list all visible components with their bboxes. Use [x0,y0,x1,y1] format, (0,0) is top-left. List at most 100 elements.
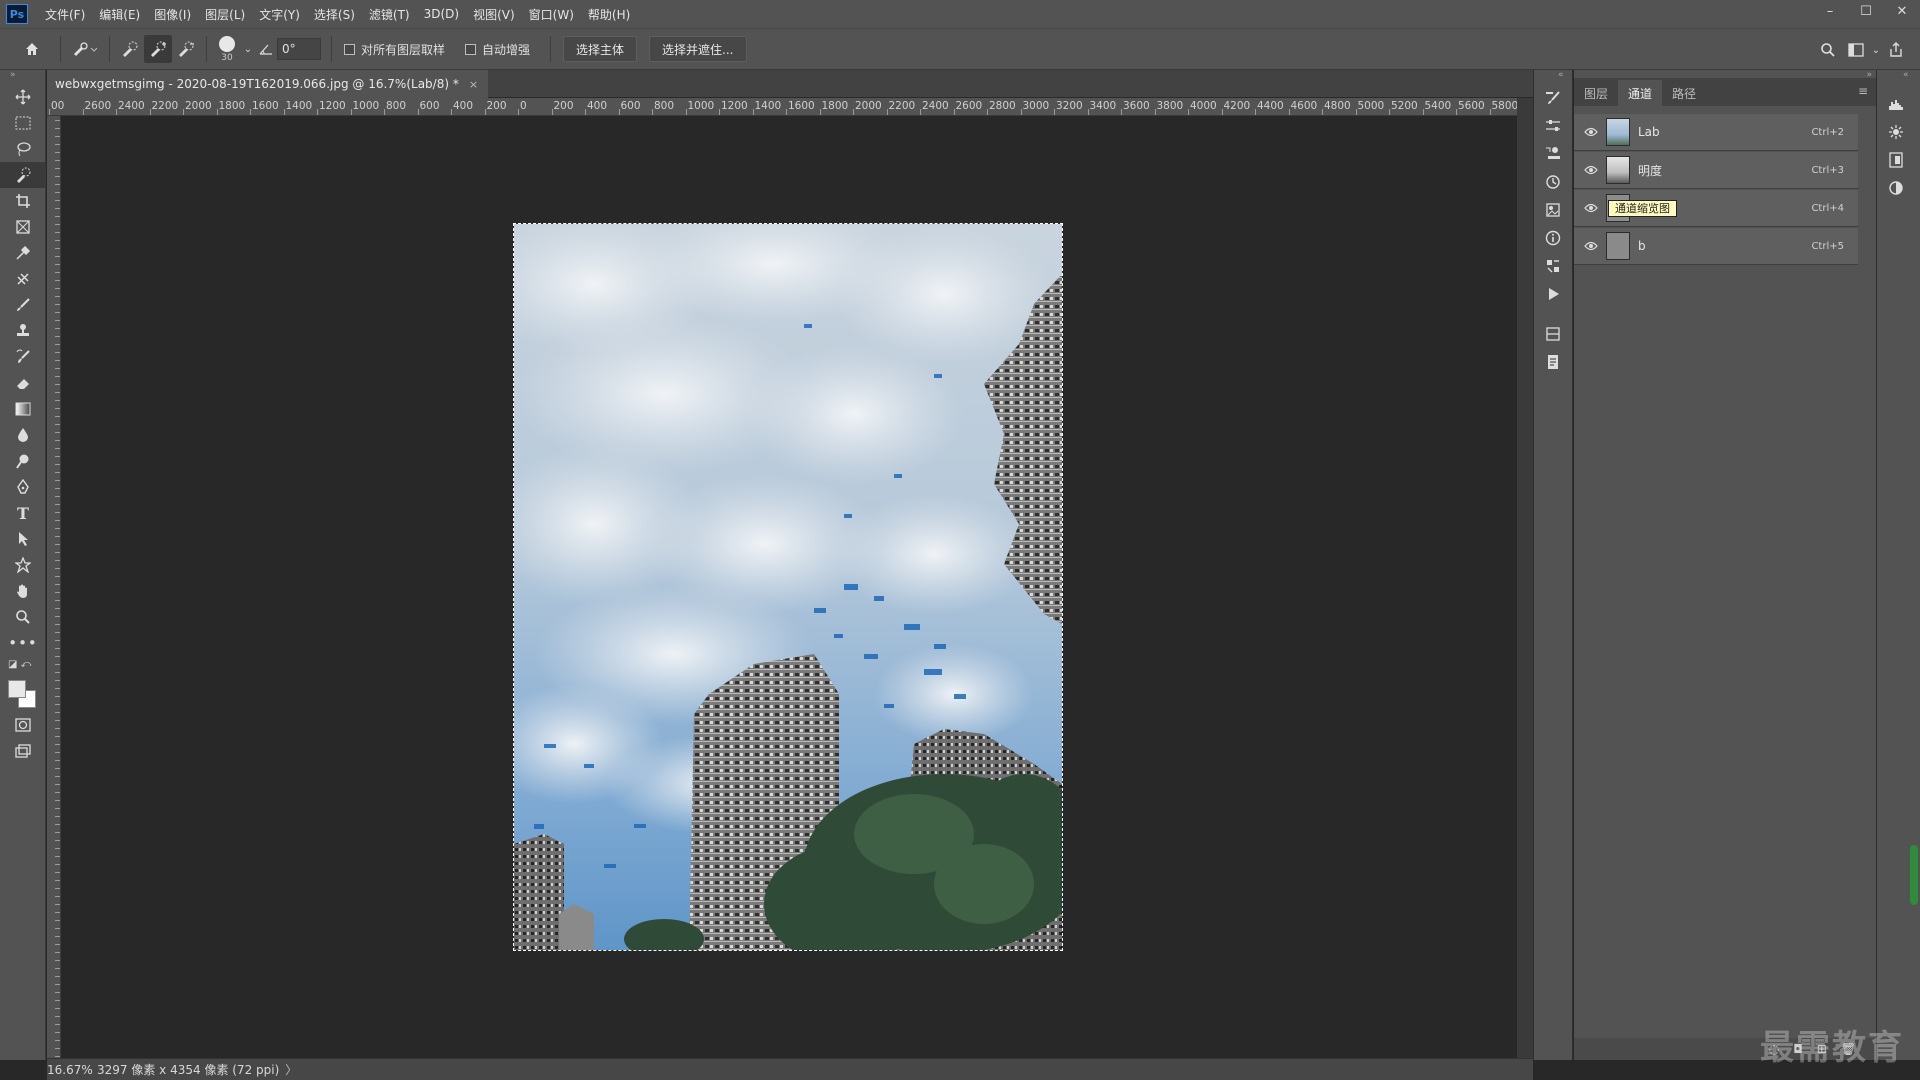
history-brush-tool-icon[interactable] [0,344,46,370]
sample-all-layers-checkbox[interactable]: 对所有图层取样 [344,41,445,58]
notes-icon[interactable] [1534,348,1572,376]
subtract-from-selection-mode-icon[interactable] [172,35,200,63]
path-selection-tool-icon[interactable] [0,526,46,552]
tool-preset-picker-icon[interactable] [67,35,103,63]
channel-rename-input[interactable]: 通道缩览图 [1608,199,1677,217]
canvas-vertical-scrollbar[interactable] [1517,98,1533,1060]
healing-brush-tool-icon[interactable] [0,266,46,292]
chevron-down-icon[interactable]: ⌄ [1870,36,1882,64]
menu-filter[interactable]: 滤镜(T) [362,0,417,28]
color-panel-icon[interactable] [1877,146,1915,174]
home-icon[interactable] [18,35,46,63]
document-canvas[interactable] [513,223,1063,951]
workspace-icon[interactable] [1842,36,1870,64]
channel-row-lightness[interactable]: 明度 Ctrl+3 [1574,152,1858,189]
visibility-eye-icon[interactable] [1580,165,1602,175]
eyedropper-tool-icon[interactable] [0,240,46,266]
menu-image[interactable]: 图像(I) [147,0,198,28]
menu-edit[interactable]: 编辑(E) [92,0,147,28]
document-tab[interactable]: webwxgetmsgimg - 2020-08-19T162019.066.j… [47,70,489,98]
menu-help[interactable]: 帮助(H) [581,0,637,28]
tab-paths[interactable]: 路径 [1662,80,1706,106]
minimize-button[interactable]: – [1812,0,1848,22]
screen-mode-icon[interactable] [0,738,46,764]
libraries-icon[interactable] [1534,320,1572,348]
ruler-tick [1322,109,1323,115]
more-tools-icon[interactable]: ••• [0,630,46,656]
default-colors-icon[interactable]: ◪ ⤺ [0,656,46,672]
close-tab-icon[interactable]: × [469,78,478,91]
search-icon[interactable] [1814,36,1842,64]
navigator-sun-icon[interactable] [1877,118,1915,146]
checkbox-box[interactable] [344,43,355,55]
custom-shape-tool-icon[interactable] [0,552,46,578]
menu-view[interactable]: 视图(V) [466,0,522,28]
type-tool-icon[interactable]: T [0,500,46,526]
tab-layers[interactable]: 图层 [1574,80,1618,106]
ruler-tick [55,672,60,673]
info-icon[interactable] [1534,224,1572,252]
gradient-tool-icon[interactable] [0,396,46,422]
brush-settings-icon[interactable] [1534,84,1572,112]
lasso-tool-icon[interactable] [0,136,46,162]
channel-row-b[interactable]: b Ctrl+5 [1574,228,1858,265]
blur-tool-icon[interactable] [0,422,46,448]
new-selection-mode-icon[interactable] [116,35,144,63]
visibility-eye-icon[interactable] [1580,241,1602,251]
expand-panel-icon[interactable]: » [0,70,45,84]
marquee-tool-icon[interactable] [0,110,46,136]
clone-stamp-tool-icon[interactable] [0,318,46,344]
adjustments-icon[interactable] [1877,174,1915,202]
auto-enhance-checkbox[interactable]: 自动增强 [465,41,530,58]
maximize-button[interactable]: ☐ [1848,0,1884,22]
ruler-tick [1422,109,1424,115]
brush-picker[interactable]: 30 [213,33,241,65]
histogram-icon[interactable] [1877,90,1915,118]
zoom-level[interactable]: 16.67% [47,1063,97,1077]
canvas-area[interactable] [62,116,1517,1061]
history-icon[interactable] [1534,168,1572,196]
channel-row-a[interactable]: 通道缩览图 Ctrl+4 [1574,190,1858,227]
panel-menu-icon[interactable]: ≡ [1858,84,1868,98]
channel-row-lab[interactable]: Lab Ctrl+2 [1574,114,1858,151]
hand-tool-icon[interactable] [0,578,46,604]
select-subject-button[interactable]: 选择主体 [563,36,638,62]
properties-icon[interactable] [1534,196,1572,224]
collapse-panel-icon[interactable]: « [1877,70,1920,84]
brush-tool-icon[interactable] [0,292,46,318]
adjustments-sliders-icon[interactable] [1534,112,1572,140]
menu-3d[interactable]: 3D(D) [417,0,466,28]
glyphs-icon[interactable] [1534,252,1572,280]
clone-source-icon[interactable] [1534,140,1572,168]
move-tool-icon[interactable] [0,84,46,110]
status-menu-arrow[interactable]: 〉 [285,1061,297,1078]
tab-channels[interactable]: 通道 [1618,80,1663,106]
quick-mask-icon[interactable] [0,712,46,738]
share-icon[interactable] [1882,36,1910,64]
add-to-selection-mode-icon[interactable] [144,35,172,63]
zoom-tool-icon[interactable] [0,604,46,630]
quick-selection-tool-icon[interactable] [0,162,46,188]
menu-file[interactable]: 文件(F) [38,0,92,28]
visibility-eye-icon[interactable] [1580,203,1602,213]
angle-input[interactable]: 0° [277,38,321,60]
ruler-tick [1355,109,1357,115]
scroll-indicator[interactable] [1910,845,1918,905]
checkbox-box[interactable] [465,43,477,55]
menu-layer[interactable]: 图层(L) [198,0,252,28]
foreground-color-swatch[interactable] [8,680,26,698]
actions-play-icon[interactable] [1534,280,1572,308]
menu-type[interactable]: 文字(Y) [252,0,307,28]
select-and-mask-button[interactable]: 选择并遮住... [649,36,747,62]
collapse-panel-icon[interactable]: « [1534,70,1572,84]
chevron-down-icon[interactable]: ⌄ [241,35,255,63]
close-window-button[interactable]: ✕ [1884,0,1920,22]
visibility-eye-icon[interactable] [1580,127,1602,137]
menu-select[interactable]: 选择(S) [307,0,362,28]
menu-window[interactable]: 窗口(W) [522,0,581,28]
crop-tool-icon[interactable] [0,188,46,214]
frame-tool-icon[interactable] [0,214,46,240]
eraser-tool-icon[interactable] [0,370,46,396]
pen-tool-icon[interactable] [0,474,46,500]
dodge-tool-icon[interactable] [0,448,46,474]
